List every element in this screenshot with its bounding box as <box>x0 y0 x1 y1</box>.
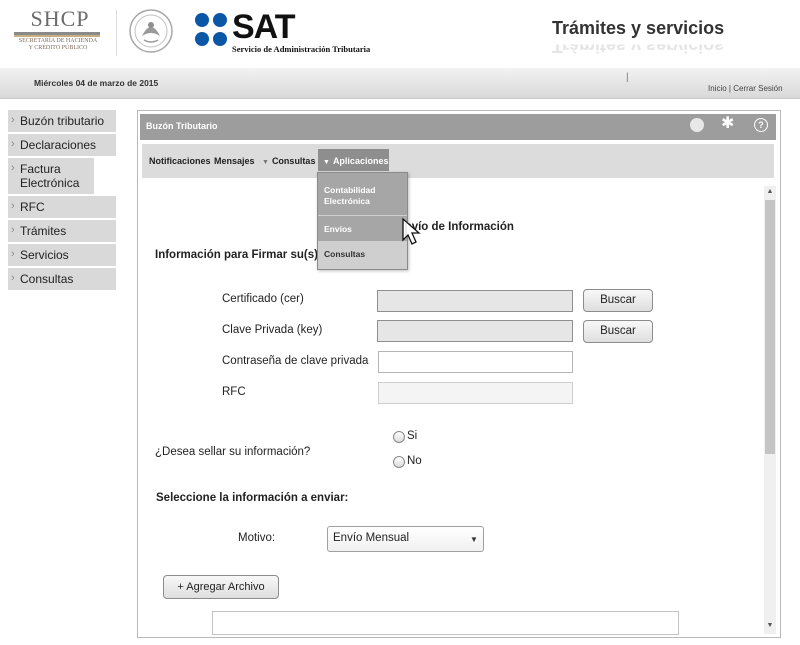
current-date: Miércoles 04 de marzo de 2015 <box>34 78 159 88</box>
nav-item-declaraciones[interactable]: Declaraciones <box>8 134 116 158</box>
logout-link[interactable]: Cerrar Sesión <box>733 84 782 93</box>
sat-logo-text: SAT <box>232 8 295 46</box>
motivo-select-value: Envío Mensual <box>333 532 410 544</box>
menu-consultas-label: Consultas <box>271 156 316 166</box>
file-list-box <box>212 611 679 635</box>
session-links: Inicio | Cerrar Sesión <box>708 84 783 93</box>
seal-question: ¿Desea sellar su información? <box>155 446 311 458</box>
nav-item-tramites[interactable]: Trámites <box>8 220 116 244</box>
scroll-up-arrow-icon[interactable]: ▲ <box>764 186 776 198</box>
select-info-heading: Seleccione la información a enviar: <box>156 492 349 504</box>
add-file-button[interactable]: + Agregar Archivo <box>163 575 279 599</box>
cert-file-field[interactable] <box>377 290 573 312</box>
dropdown-separator <box>318 215 407 216</box>
dropdown-item-consultas[interactable]: Consultas <box>324 249 365 260</box>
sat-logo-subtitle: Servicio de Administración Tributaria <box>232 44 371 54</box>
seal-no-radio[interactable] <box>393 456 405 468</box>
sat-logo-icon <box>195 13 227 46</box>
mouse-pointer-icon <box>402 217 421 245</box>
scroll-down-arrow-icon[interactable]: ▼ <box>764 620 776 632</box>
menu-aplicaciones-label: Aplicaciones <box>332 156 389 166</box>
password-label: Contraseña de clave privada <box>222 355 369 367</box>
menu-consultas[interactable]: ▼ Consultas <box>262 156 315 166</box>
help-icon[interactable]: ? <box>754 118 768 132</box>
menu-notificaciones[interactable]: Notificaciones <box>149 156 211 166</box>
nav-item-factura-electronica[interactable]: Factura Electrónica <box>8 158 94 196</box>
caret-down-icon: ▼ <box>470 535 478 544</box>
nav-item-servicios[interactable]: Servicios <box>8 244 116 268</box>
date-bar-separator: | <box>626 72 629 83</box>
cert-label: Certificado (cer) <box>222 293 304 305</box>
key-label: Clave Privada (key) <box>222 324 323 336</box>
menu-aplicaciones[interactable]: ▼ Aplicaciones <box>323 156 388 166</box>
panel-titlebar <box>140 114 776 140</box>
section-title: Trámites y servicios <box>552 18 725 38</box>
cert-browse-button[interactable]: Buscar <box>583 289 653 312</box>
panel-title: Buzón Tributario <box>146 121 218 131</box>
shcp-subtitle-line1: SECRETARÍA DE HACIENDA <box>18 38 98 44</box>
key-file-field[interactable] <box>377 320 573 342</box>
password-input[interactable] <box>378 351 573 373</box>
shcp-subtitle-line2: Y CRÉDITO PÚBLICO <box>28 45 88 51</box>
nav-item-buzon-tributario[interactable]: Buzón tributario <box>8 110 116 134</box>
left-navigation: Buzón tributario Declaraciones Factura E… <box>8 110 116 292</box>
dropdown-item-contabilidad[interactable]: Contabilidad Electrónica <box>324 185 402 207</box>
form-scrollbar-thumb[interactable] <box>765 200 775 454</box>
aplicaciones-dropdown: Contabilidad Electrónica Envíos Consulta… <box>317 172 408 270</box>
shcp-logo-text: SHCP <box>30 6 90 31</box>
header-divider <box>116 10 117 56</box>
caret-down-icon: ▼ <box>262 159 269 166</box>
nav-item-consultas[interactable]: Consultas <box>8 268 116 292</box>
motivo-label: Motivo: <box>238 532 276 544</box>
menu-mensajes[interactable]: Mensajes <box>214 156 255 166</box>
rfc-field <box>378 382 573 404</box>
shcp-logo-subtitle: SECRETARÍA DE HACIENDA Y CRÉDITO PÚBLICO <box>10 38 106 52</box>
buzon-panel <box>137 110 781 638</box>
seal-yes-radio[interactable] <box>393 431 405 443</box>
seal-yes-label: Si <box>407 430 418 442</box>
national-seal-icon <box>129 9 173 53</box>
home-link[interactable]: Inicio <box>708 84 727 93</box>
key-browse-button[interactable]: Buscar <box>583 320 653 343</box>
gear-icon[interactable]: ✱ <box>721 115 734 133</box>
shcp-logo-bar-accent <box>14 35 100 37</box>
nav-item-rfc[interactable]: RFC <box>8 196 116 220</box>
seal-no-label: No <box>407 455 422 467</box>
motivo-select[interactable]: Envío Mensual ▼ <box>327 526 484 552</box>
caret-down-icon: ▼ <box>323 159 330 166</box>
rfc-label: RFC <box>222 386 246 398</box>
dropdown-item-envios[interactable]: Envíos <box>324 224 352 235</box>
status-icon[interactable] <box>690 118 704 132</box>
